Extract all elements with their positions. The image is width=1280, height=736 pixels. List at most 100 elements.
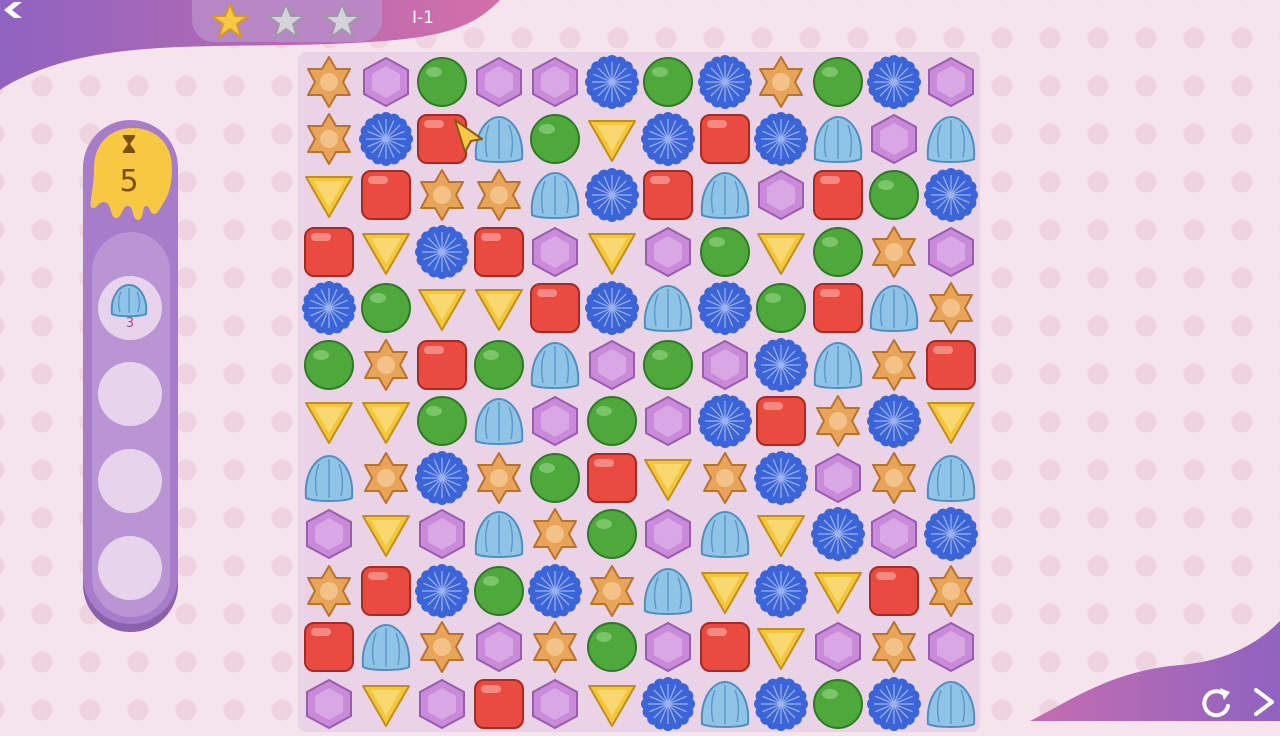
board-cell[interactable] [414,280,470,336]
board-cell[interactable] [640,280,696,336]
board-cell[interactable] [527,111,583,167]
board-cell[interactable] [414,619,470,675]
board-cell[interactable] [584,337,640,393]
board-cell[interactable] [527,167,583,223]
board-cell[interactable] [697,619,753,675]
board-cell[interactable] [753,280,809,336]
board-cell[interactable] [471,506,527,562]
board-cell[interactable] [584,111,640,167]
board-cell[interactable] [584,563,640,619]
board-cell[interactable] [301,280,357,336]
board-cell[interactable] [923,619,979,675]
board-cell[interactable] [697,54,753,110]
board-cell[interactable] [753,337,809,393]
board-cell[interactable] [584,676,640,732]
board-cell[interactable] [640,393,696,449]
board-cell[interactable] [584,619,640,675]
board-cell[interactable] [810,506,866,562]
board-cell[interactable] [358,167,414,223]
board-cell[interactable] [358,280,414,336]
board-cell[interactable] [414,167,470,223]
board-cell[interactable] [471,337,527,393]
board-cell[interactable] [810,224,866,280]
board-cell[interactable] [527,280,583,336]
board-cell[interactable] [697,224,753,280]
board-cell[interactable] [697,563,753,619]
board-cell[interactable] [471,450,527,506]
board-cell[interactable] [301,393,357,449]
board-cell[interactable] [640,167,696,223]
board-cell[interactable] [527,54,583,110]
board-cell[interactable] [697,450,753,506]
board-cell[interactable] [923,676,979,732]
board-cell[interactable] [697,676,753,732]
board-cell[interactable] [471,54,527,110]
board-cell[interactable] [584,506,640,562]
board-cell[interactable] [584,280,640,336]
board-cell[interactable] [923,167,979,223]
board-cell[interactable] [753,224,809,280]
board-cell[interactable] [414,450,470,506]
board-cell[interactable] [301,506,357,562]
board-cell[interactable] [414,563,470,619]
board-cell[interactable] [810,54,866,110]
board-cell[interactable] [301,619,357,675]
board-cell[interactable] [923,280,979,336]
board-cell[interactable] [810,619,866,675]
board-cell[interactable] [414,337,470,393]
board-cell[interactable] [866,167,922,223]
board-cell[interactable] [640,563,696,619]
board-cell[interactable] [923,450,979,506]
board-cell[interactable] [527,450,583,506]
board-cell[interactable] [640,337,696,393]
board-cell[interactable] [301,676,357,732]
board-cell[interactable] [640,506,696,562]
board-cell[interactable] [640,619,696,675]
board-cell[interactable] [414,111,470,167]
board-cell[interactable] [527,563,583,619]
board-cell[interactable] [471,619,527,675]
board-cell[interactable] [358,563,414,619]
board-cell[interactable] [753,450,809,506]
board-cell[interactable] [697,280,753,336]
board-cell[interactable] [584,167,640,223]
board-cell[interactable] [358,506,414,562]
board-cell[interactable] [923,337,979,393]
board-cell[interactable] [471,111,527,167]
board-cell[interactable] [358,337,414,393]
board-cell[interactable] [810,450,866,506]
board-cell[interactable] [697,506,753,562]
board-cell[interactable] [753,167,809,223]
board-cell[interactable] [640,224,696,280]
board-cell[interactable] [697,337,753,393]
board-cell[interactable] [697,167,753,223]
board-cell[interactable] [527,676,583,732]
board-cell[interactable] [810,167,866,223]
board-cell[interactable] [810,563,866,619]
board-cell[interactable] [301,224,357,280]
board-cell[interactable] [866,676,922,732]
board-cell[interactable] [358,224,414,280]
board-cell[interactable] [753,393,809,449]
board-cell[interactable] [527,337,583,393]
board-cell[interactable] [923,111,979,167]
board-cell[interactable] [753,111,809,167]
board-cell[interactable] [527,506,583,562]
board-cell[interactable] [753,563,809,619]
board-cell[interactable] [866,506,922,562]
board-cell[interactable] [866,450,922,506]
board-cell[interactable] [358,619,414,675]
board-cell[interactable] [923,54,979,110]
board-cell[interactable] [866,280,922,336]
board-cell[interactable] [584,54,640,110]
board-cell[interactable] [640,54,696,110]
board-cell[interactable] [866,337,922,393]
back-button[interactable] [0,0,30,30]
board-cell[interactable] [358,450,414,506]
board-cell[interactable] [753,619,809,675]
board-cell[interactable] [358,54,414,110]
board-cell[interactable] [414,224,470,280]
board-cell[interactable] [697,111,753,167]
restart-button[interactable] [1198,684,1234,720]
board-cell[interactable] [810,280,866,336]
